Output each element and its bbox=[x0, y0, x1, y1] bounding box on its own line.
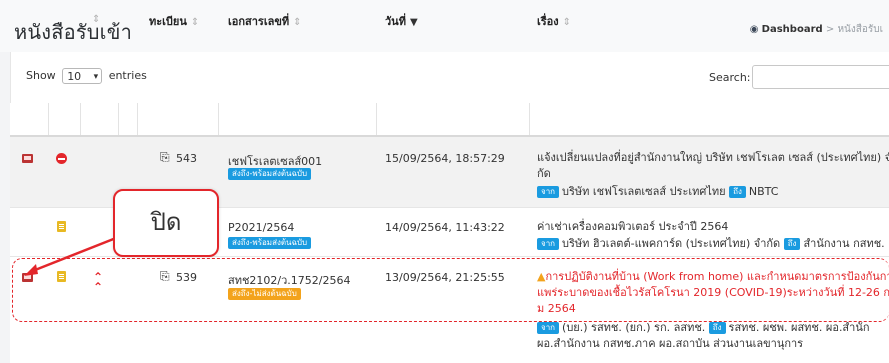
callout-label: ปิด bbox=[113, 189, 219, 257]
callout-pointer bbox=[24, 236, 117, 276]
